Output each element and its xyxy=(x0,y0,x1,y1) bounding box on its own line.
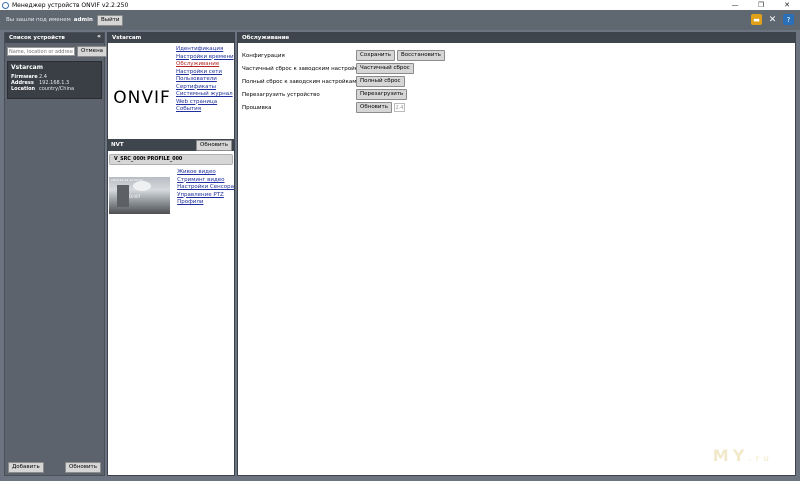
devices-panel-title: Список устройств xyxy=(9,35,65,41)
logged-in-label: Вы зашли под именем xyxy=(6,17,71,23)
soft-reset-row: Частичный сброс к заводским настройкам Ч… xyxy=(238,62,795,75)
top-toolbar: Вы зашли под именем admin Выйти ▬ ✕ ? xyxy=(0,10,800,30)
devices-footer: Добавить Обновить xyxy=(8,462,101,473)
device-location-row: Location country/China xyxy=(11,86,98,92)
link-web-page[interactable]: Web страница xyxy=(176,99,234,107)
device-panel-header: Vstarcam xyxy=(108,33,234,43)
location-label: Location xyxy=(11,86,36,92)
watermark-suffix: .ru xyxy=(748,454,773,463)
video-light xyxy=(133,181,151,191)
folder-icon[interactable]: ▬ xyxy=(751,14,762,25)
window-title: Менеджер устройств ONVIF v2.2.250 xyxy=(12,1,129,9)
logout-button[interactable]: Выйти xyxy=(96,14,124,26)
device-name: Vstarcam xyxy=(11,64,43,71)
help-icon[interactable]: ? xyxy=(783,14,794,25)
video-links: Живое видео Стриминг видео Настройки Сен… xyxy=(170,168,234,214)
maintenance-panel-header: Обслуживание xyxy=(238,33,795,43)
location-value: country/China xyxy=(39,86,75,92)
soft-reset-label: Частичный сброс к заводским настройкам xyxy=(242,65,366,72)
maintenance-panel-title: Обслуживание xyxy=(242,35,290,41)
device-panel: Vstarcam ONVIF Идентификация Настройки в… xyxy=(107,32,235,476)
close-icon[interactable]: ✕ xyxy=(774,0,800,10)
soft-reset-button[interactable]: Частичный сброс xyxy=(356,63,414,74)
window-title-bar: Менеджер устройств ONVIF v2.2.250 — ❐ ✕ xyxy=(0,0,800,10)
link-events[interactable]: События xyxy=(176,106,234,114)
link-time-settings[interactable]: Настройки времени xyxy=(176,54,234,62)
search-cancel-button[interactable]: Отмена xyxy=(77,46,108,57)
firmware-update-button[interactable]: Обновить xyxy=(356,102,392,113)
device-search-input[interactable] xyxy=(7,47,75,56)
device-links: Идентификация Настройки времени Обслужив… xyxy=(176,43,234,139)
devices-panel: Список устройств « Отмена Vstarcam Firmw… xyxy=(4,32,108,476)
link-maintenance[interactable]: Обслуживание xyxy=(176,61,234,69)
devices-panel-header: Список устройств « xyxy=(5,33,104,43)
nvt-refresh-button[interactable]: Обновить xyxy=(196,139,232,151)
video-section: 2019-01-01 12:00:00 OnVif Живое видео Ст… xyxy=(108,168,234,214)
video-watermark: OnVif xyxy=(129,194,140,199)
link-users[interactable]: Пользователи xyxy=(176,76,234,84)
link-network-settings[interactable]: Настройки сети xyxy=(176,69,234,77)
link-live-video[interactable]: Живое видео xyxy=(177,169,234,177)
app-logo-icon xyxy=(2,1,9,9)
onvif-logo-text: ONVIF xyxy=(113,88,171,108)
link-ptz-control[interactable]: Управление PTZ xyxy=(177,192,234,200)
maximize-icon[interactable]: ❐ xyxy=(748,0,774,10)
username: admin xyxy=(73,17,93,23)
firmware-row: Прошивка Обновить 2.4 xyxy=(238,101,795,114)
window-controls: — ❐ ✕ xyxy=(722,0,800,10)
device-info-section: ONVIF Идентификация Настройки времени Об… xyxy=(108,43,234,139)
reboot-row: Перезагрузить устройство Перезагрузить xyxy=(238,88,795,101)
hard-reset-button[interactable]: Полный сброс xyxy=(356,76,405,87)
profile-bar[interactable]: V_SRC_000t PROFILE_000 xyxy=(109,154,233,165)
maintenance-panel: Обслуживание Конфигурация Сохранить Восс… xyxy=(237,32,796,476)
link-profiles[interactable]: Профили xyxy=(177,199,234,207)
toolbar-icons: ▬ ✕ ? xyxy=(751,14,794,25)
nvt-title: NVT xyxy=(111,142,124,148)
nvt-header: NVT Обновить xyxy=(108,139,234,151)
link-certificates[interactable]: Сертификаты xyxy=(176,84,234,92)
link-identification[interactable]: Идентификация xyxy=(176,46,234,54)
hard-reset-row: Полный сброс к заводским настройкам Полн… xyxy=(238,75,795,88)
link-sensor-settings[interactable]: Настройки Сенсора xyxy=(177,184,234,192)
device-panel-title: Vstarcam xyxy=(112,35,142,41)
video-doorway xyxy=(117,185,129,207)
device-list-item[interactable]: Vstarcam Firmware 2.4 Address 192.168.1.… xyxy=(7,61,102,99)
firmware-version-field: 2.4 xyxy=(393,103,405,112)
maintenance-rows: Конфигурация Сохранить Восстановить Част… xyxy=(238,43,795,114)
add-device-button[interactable]: Добавить xyxy=(8,462,44,473)
firmware-row-label: Прошивка xyxy=(242,104,272,111)
save-config-button[interactable]: Сохранить xyxy=(356,50,395,61)
refresh-devices-button[interactable]: Обновить xyxy=(65,462,101,473)
video-timestamp: 2019-01-01 12:00:00 xyxy=(111,178,143,182)
config-label: Конфигурация xyxy=(242,52,285,59)
minimize-icon[interactable]: — xyxy=(722,0,748,10)
watermark-main: MY xyxy=(712,446,749,465)
tools-icon[interactable]: ✕ xyxy=(767,14,778,25)
reboot-button[interactable]: Перезагрузить xyxy=(356,89,408,100)
device-search-row: Отмена xyxy=(5,43,108,60)
link-video-streaming[interactable]: Стриминг видео xyxy=(177,177,234,185)
reboot-label: Перезагрузить устройство xyxy=(242,91,320,98)
site-watermark: MY.ru xyxy=(713,446,773,465)
hard-reset-label: Полный сброс к заводским настройкам xyxy=(242,78,357,85)
video-thumbnail[interactable]: 2019-01-01 12:00:00 OnVif xyxy=(109,177,171,214)
collapse-icon[interactable]: « xyxy=(97,33,101,40)
profile-name: V_SRC_000t PROFILE_000 xyxy=(114,157,183,162)
link-system-log[interactable]: Системный журнал xyxy=(176,91,234,99)
config-row: Конфигурация Сохранить Восстановить xyxy=(238,49,795,62)
restore-config-button[interactable]: Восстановить xyxy=(396,50,445,61)
onvif-logo: ONVIF xyxy=(108,43,176,139)
